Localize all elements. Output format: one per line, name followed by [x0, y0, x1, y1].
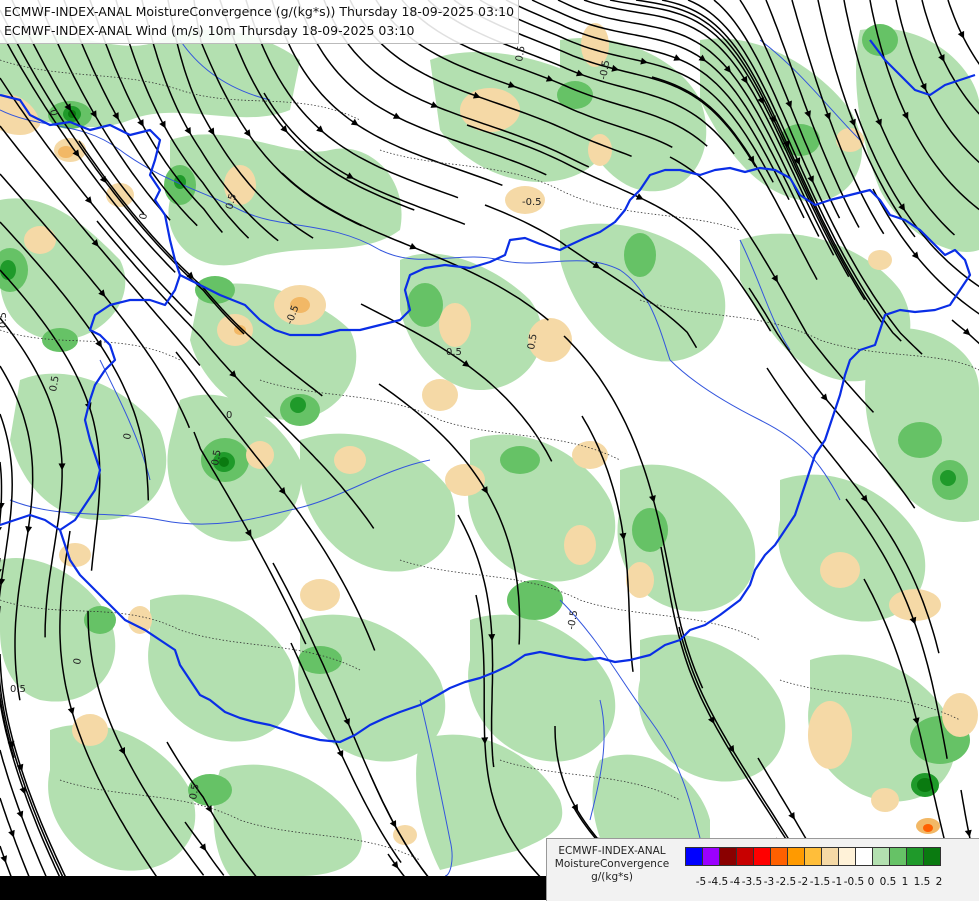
legend-swatch — [889, 847, 907, 866]
legend-tick: 0.5 — [879, 876, 897, 888]
legend-swatch — [906, 847, 924, 866]
legend-tick: -3 — [763, 876, 775, 888]
contour-label: 0.5 — [10, 684, 26, 695]
legend-tick: -4.5 — [707, 876, 729, 888]
legend-tick: -4 — [729, 876, 741, 888]
map-canvas[interactable]: 00.5-0.50.500.5 -0.50.500.50-0.50.50.500.… — [0, 0, 979, 900]
legend-swatch — [736, 847, 754, 866]
contour-label: 0.5 — [0, 312, 9, 328]
legend-swatch — [872, 847, 890, 866]
title-moisture-convergence: ECMWF-INDEX-ANAL MoistureConvergence (g/… — [4, 4, 515, 19]
legend-swatch — [685, 847, 703, 866]
legend-unit: g/(kg*s) — [591, 871, 633, 883]
legend-swatch — [838, 847, 856, 866]
legend-tick: 2 — [935, 876, 943, 888]
contour-label: 0 — [226, 410, 232, 421]
legend-swatches — [685, 847, 941, 866]
legend-tick: 1.5 — [913, 876, 931, 888]
legend-swatch — [753, 847, 771, 866]
legend-swatch — [770, 847, 788, 866]
legend-swatch — [855, 847, 873, 866]
legend-swatch — [923, 847, 941, 866]
legend-tick: -5 — [695, 876, 707, 888]
legend-tick: -1 — [831, 876, 843, 888]
legend-title: ECMWF-INDEX-ANAL MoistureConvergence g/(… — [547, 839, 677, 884]
title-wind: ECMWF-INDEX-ANAL Wind (m/s) 10m Thursday… — [4, 23, 415, 38]
color-legend: ECMWF-INDEX-ANAL MoistureConvergence g/(… — [546, 838, 979, 901]
bottom-black-strip — [0, 876, 546, 900]
contour-label: 0.5 — [446, 347, 462, 358]
legend-tick: 0 — [867, 876, 875, 888]
contour-label: -0.5 — [522, 197, 542, 208]
legend-model: ECMWF-INDEX-ANAL — [558, 845, 666, 857]
legend-swatch — [821, 847, 839, 866]
legend-swatch — [702, 847, 720, 866]
legend-tick: -1.5 — [809, 876, 831, 888]
legend-tick: -0.5 — [843, 876, 865, 888]
legend-variable: MoistureConvergence — [554, 858, 670, 870]
legend-swatch — [787, 847, 805, 866]
legend-ticks: -5 -4.5 -4 -3.5 -3 -2.5 -2 -1.5 -1 -0.5 0 0.5 1 1.5 2 — [693, 876, 978, 890]
legend-tick: 1 — [901, 876, 909, 888]
legend-swatch — [804, 847, 822, 866]
legend-tick: -2.5 — [775, 876, 797, 888]
legend-swatch — [719, 847, 737, 866]
legend-tick: -3.5 — [741, 876, 763, 888]
legend-tick: -2 — [797, 876, 809, 888]
map-title-box: ECMWF-INDEX-ANAL MoistureConvergence (g/… — [0, 0, 520, 44]
